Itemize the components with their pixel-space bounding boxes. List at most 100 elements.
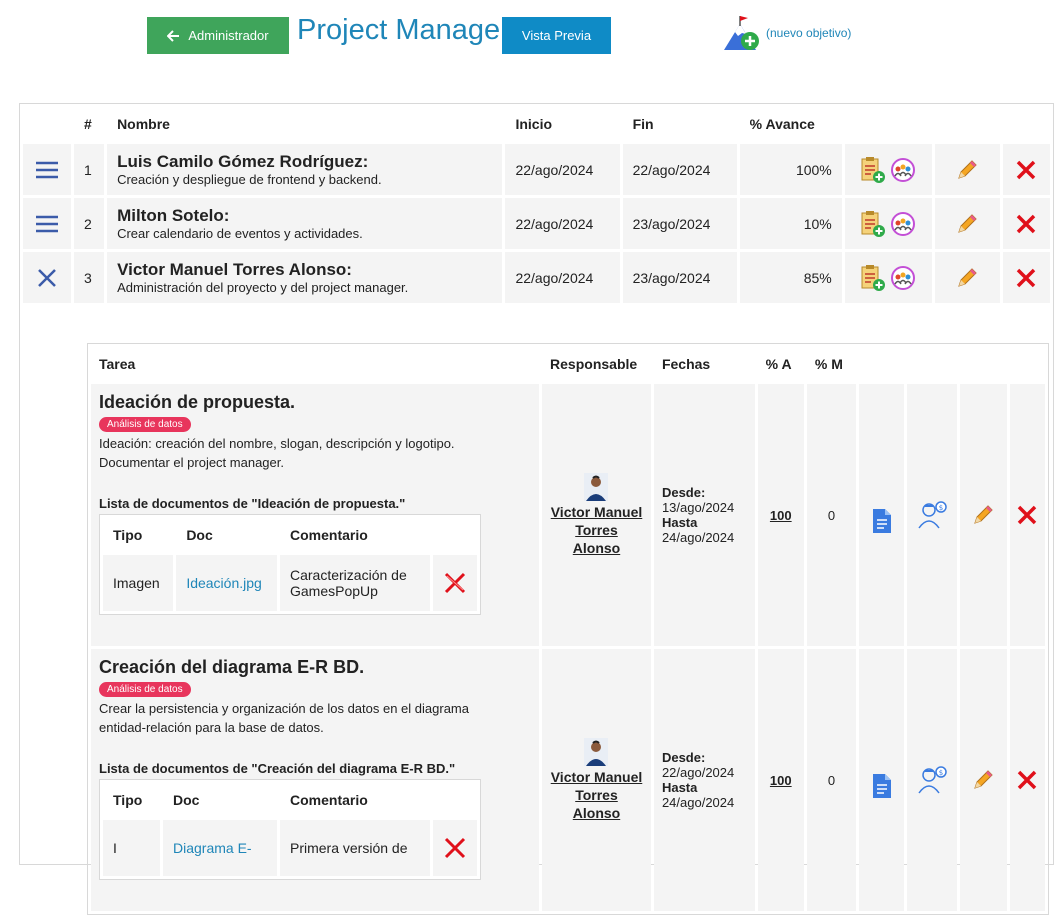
row-delete[interactable] [1002, 198, 1050, 249]
task-budget[interactable]: $ [907, 649, 957, 911]
doc-link[interactable]: Diagrama E- [163, 820, 277, 876]
task-pa[interactable]: 100 [757, 384, 804, 646]
pencil-icon[interactable] [971, 768, 995, 792]
new-goal-label: (nuevo objetivo) [766, 26, 852, 40]
document-icon[interactable] [871, 507, 893, 535]
svg-text:$: $ [939, 769, 943, 777]
row-delete[interactable] [1002, 144, 1050, 195]
task-name: Creación del diagrama E-R BD. [99, 657, 365, 677]
tasks-table: Tarea Responsable Fechas % A % M Ideació… [88, 344, 1048, 914]
documents-table: Tipo Doc Comentario I Diagrama E- Primer… [99, 779, 481, 880]
delete-icon[interactable] [1015, 267, 1037, 289]
member-desc: Crear calendario de eventos y actividade… [117, 226, 363, 241]
row-toggle[interactable] [23, 198, 72, 249]
members-table: # Nombre Inicio Fin % Avance 1 Luis Cami… [20, 104, 1053, 306]
task-dates: Desde: 13/ago/2024 Hasta 24/ago/2024 [653, 384, 755, 646]
responsible-name[interactable]: Victor Manuel Torres Alonso [550, 768, 643, 822]
add-task-icon[interactable] [860, 156, 886, 184]
task-pa[interactable]: 100 [757, 649, 804, 911]
task-cell: Creación del diagrama E-R BD. Análisis d… [91, 649, 540, 911]
team-icon[interactable] [890, 210, 916, 238]
responsible-name[interactable]: Victor Manuel Torres Alonso [550, 503, 643, 557]
menu-icon[interactable] [35, 214, 59, 234]
pencil-icon[interactable] [971, 503, 995, 527]
delete-icon[interactable] [1016, 769, 1038, 791]
project-panel: # Nombre Inicio Fin % Avance 1 Luis Cami… [19, 103, 1054, 915]
task-edit[interactable] [959, 384, 1007, 646]
preview-button[interactable]: Vista Previa [502, 17, 611, 54]
row-toggle[interactable] [23, 252, 72, 303]
close-icon[interactable] [36, 267, 58, 289]
doc-header-comment: Comentario [290, 792, 368, 808]
task-docs[interactable] [859, 649, 905, 911]
task-responsible[interactable]: Victor Manuel Torres Alonso [542, 384, 651, 646]
row-member: Victor Manuel Torres Alonso: Administrac… [107, 252, 503, 303]
add-task-icon[interactable] [860, 210, 886, 238]
row-num: 3 [74, 252, 105, 303]
pencil-icon[interactable] [955, 212, 979, 236]
delete-icon[interactable] [1015, 213, 1037, 235]
row-delete[interactable] [1002, 252, 1050, 303]
doc-header-comment: Comentario [290, 527, 368, 543]
worker-money-icon[interactable]: $ [917, 765, 947, 795]
task-responsible[interactable]: Victor Manuel Torres Alonso [542, 649, 651, 911]
arrow-left-icon [167, 29, 180, 42]
row-num: 2 [74, 198, 105, 249]
from-label: Desde: [661, 750, 706, 765]
to-date: 24/ago/2024 [661, 795, 735, 810]
task-delete[interactable] [1009, 649, 1045, 911]
document-icon[interactable] [871, 772, 893, 800]
task-pm: 0 [806, 384, 857, 646]
doc-delete[interactable] [433, 555, 477, 611]
doc-comment: Primera versión de [280, 820, 430, 876]
row-edit[interactable] [934, 144, 1000, 195]
task-delete[interactable] [1009, 384, 1045, 646]
pencil-icon[interactable] [955, 266, 979, 290]
doc-comment: Caracterización de GamesPopUp [280, 555, 430, 611]
row-start: 22/ago/2024 [505, 144, 620, 195]
task-budget[interactable]: $ [907, 384, 957, 646]
row-start: 22/ago/2024 [505, 198, 620, 249]
doc-delete[interactable] [433, 820, 477, 876]
doc-type: I [103, 820, 160, 876]
pencil-icon[interactable] [955, 158, 979, 182]
doc-link[interactable]: Ideación.jpg [176, 555, 277, 611]
task-name: Ideación de propuesta. [99, 392, 296, 412]
menu-icon[interactable] [35, 160, 59, 180]
table-row: 3 Victor Manuel Torres Alonso: Administr… [23, 252, 1050, 303]
tasks-header-row: Tarea Responsable Fechas % A % M [91, 347, 1045, 381]
team-icon[interactable] [890, 264, 916, 292]
admin-button-label: Administrador [188, 28, 269, 43]
task-dates: Desde: 22/ago/2024 Hasta 24/ago/2024 [653, 649, 755, 911]
header-edit [935, 107, 1000, 141]
task-edit[interactable] [959, 649, 1007, 911]
row-actions [844, 252, 932, 303]
doc-row: I Diagrama E- Primera versión de [103, 820, 477, 876]
admin-button[interactable]: Administrador [147, 17, 289, 54]
member-desc: Creación y despliegue de frontend y back… [117, 172, 382, 187]
team-icon[interactable] [890, 156, 916, 184]
row-edit[interactable] [934, 252, 1000, 303]
doc-header-row: Tipo Doc Comentario [103, 518, 477, 552]
row-toggle[interactable] [23, 144, 72, 195]
delete-icon[interactable] [443, 571, 467, 595]
header-dates: Fechas [661, 356, 711, 372]
worker-money-icon[interactable]: $ [917, 500, 947, 530]
row-actions [844, 144, 932, 195]
doc-header-row: Tipo Doc Comentario [103, 783, 477, 817]
delete-icon[interactable] [1016, 504, 1038, 526]
row-edit[interactable] [934, 198, 1000, 249]
header-delete [1003, 107, 1050, 141]
task-docs[interactable] [859, 384, 905, 646]
to-date: 24/ago/2024 [661, 530, 735, 545]
new-goal-link[interactable]: (nuevo objetivo) [722, 14, 851, 52]
header-name: Nombre [117, 116, 170, 132]
header-task: Tarea [99, 356, 136, 372]
delete-icon[interactable] [1015, 159, 1037, 181]
member-name: Luis Camilo Gómez Rodríguez: [117, 152, 369, 171]
header-pa: % A [765, 356, 792, 372]
header-responsible: Responsable [550, 356, 638, 372]
row-actions [844, 198, 932, 249]
add-task-icon[interactable] [860, 264, 886, 292]
delete-icon[interactable] [443, 836, 467, 860]
